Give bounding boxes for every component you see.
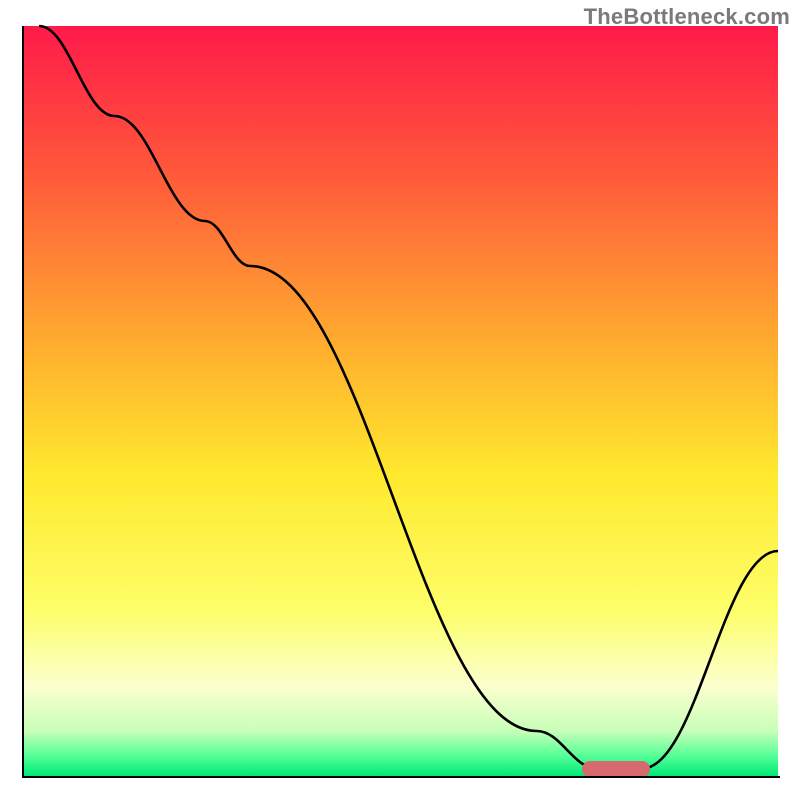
heat-background xyxy=(24,26,778,776)
chart-svg xyxy=(0,0,800,800)
optimal-range-marker xyxy=(582,761,650,777)
y-axis xyxy=(22,26,24,778)
chart-container: TheBottleneck.com xyxy=(0,0,800,800)
x-axis xyxy=(22,776,780,778)
